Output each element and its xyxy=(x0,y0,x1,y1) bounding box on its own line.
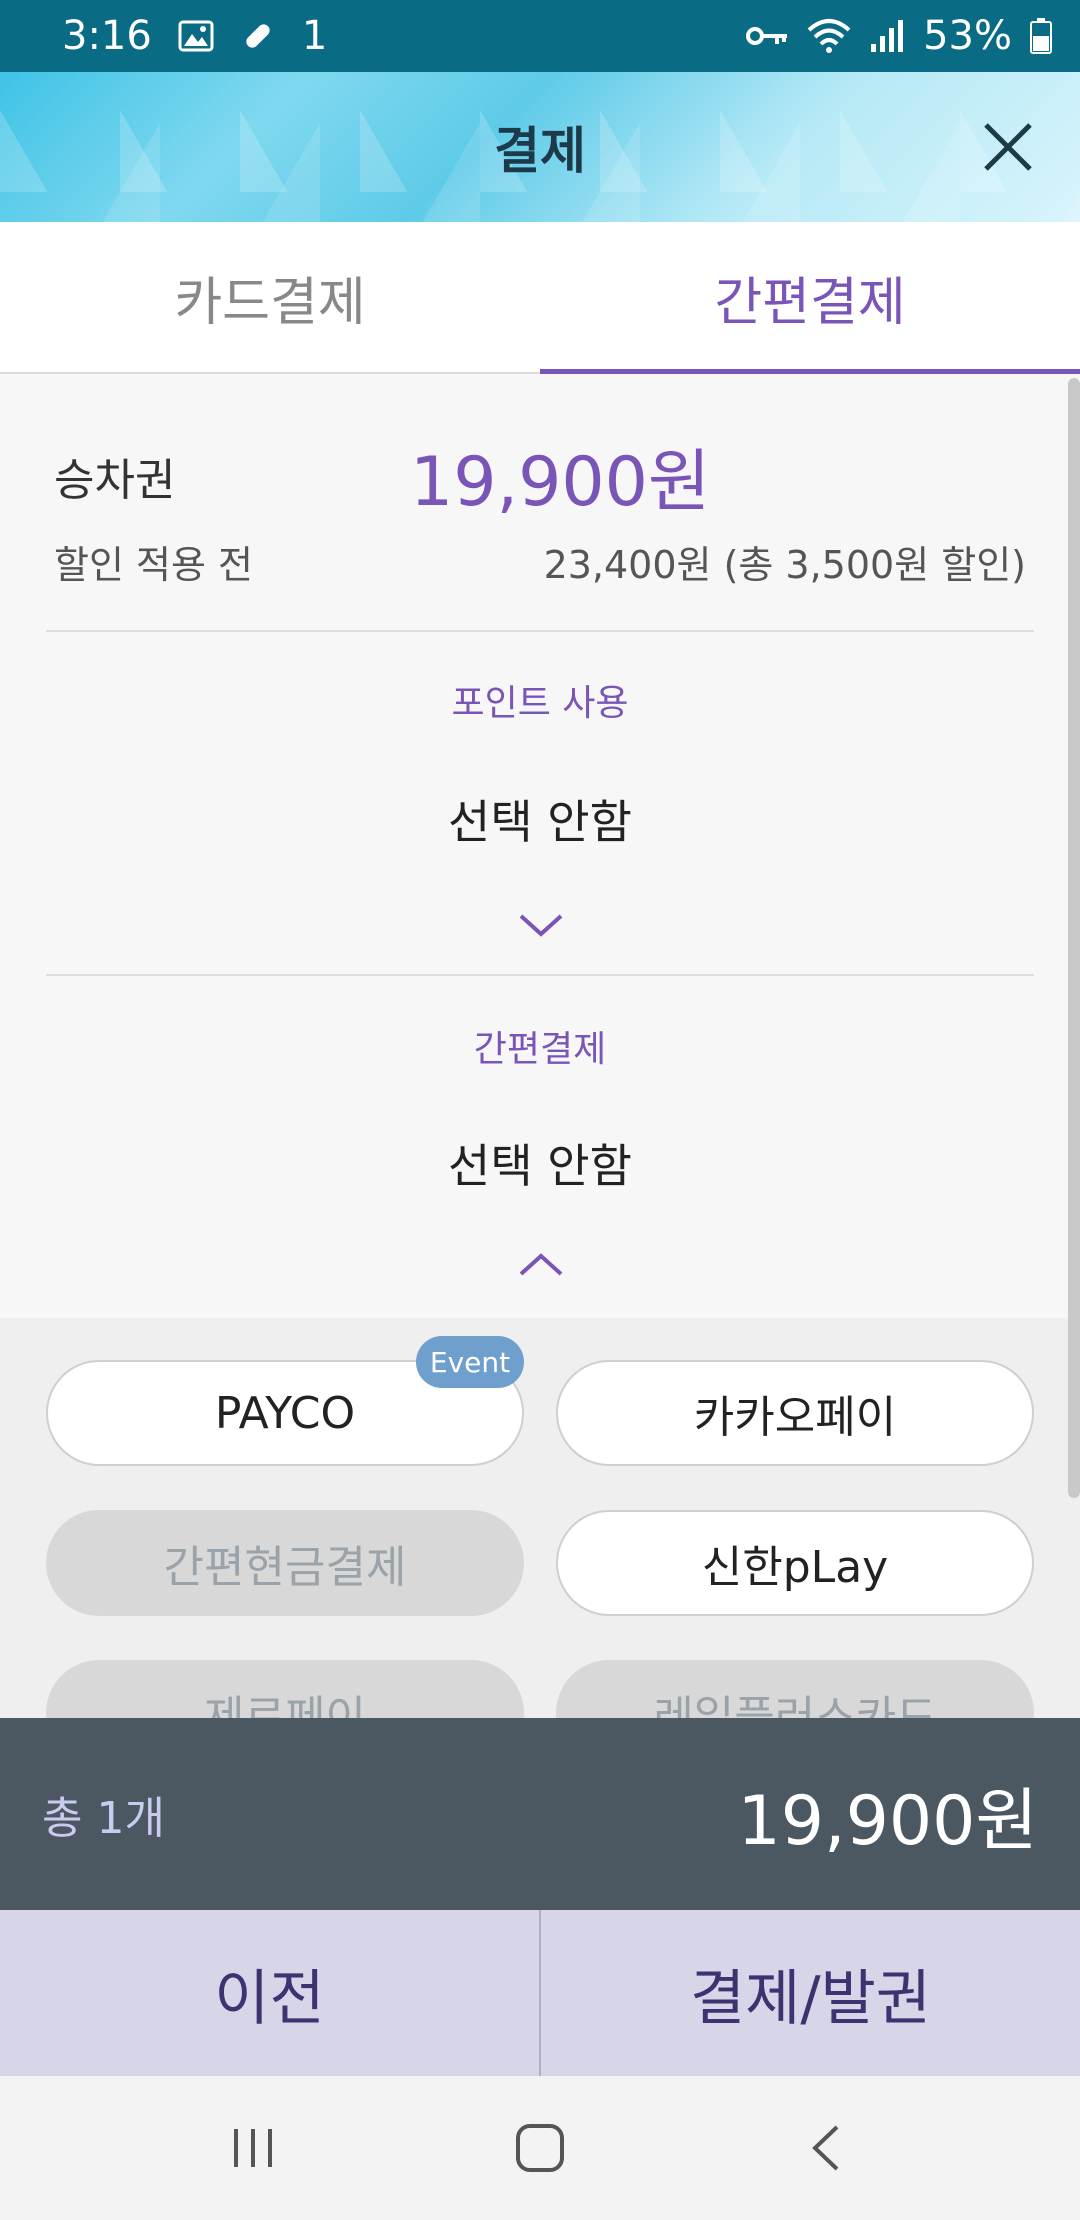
option-railplus: 레일플러스카드 xyxy=(556,1660,1034,1718)
recent-apps-button[interactable] xyxy=(223,2118,283,2178)
ticket-price: 19,900원 xyxy=(410,443,711,522)
payment-summary: 승차권 19,900원 할인 적용 전 23,400원 (총 3,500원 할인… xyxy=(0,374,1080,1318)
ticket-price-row: 승차권 19,900원 xyxy=(54,426,1034,525)
option-easy-cash: 간편현금결제 xyxy=(46,1510,524,1616)
signal-icon xyxy=(869,18,905,54)
system-nav-bar xyxy=(0,2076,1080,2220)
easy-pay-options: PAYCO Event 카카오페이 간편현금결제 신한pLay 제로페이 레일플… xyxy=(0,1318,1080,1718)
close-icon xyxy=(984,123,1032,171)
status-time: 3:16 xyxy=(62,13,152,59)
before-discount-value: 23,400원 (총 3,500원 할인) xyxy=(543,543,1026,587)
divider xyxy=(46,630,1034,632)
battery-icon xyxy=(1030,18,1052,54)
back-icon xyxy=(811,2125,839,2171)
recent-apps-icon xyxy=(234,2129,273,2167)
scrollbar[interactable] xyxy=(1068,378,1080,1498)
close-button[interactable] xyxy=(980,119,1036,175)
total-amount: 19,900원 xyxy=(737,1781,1039,1861)
status-bar: 3:16 1 53% xyxy=(0,0,1080,72)
ticket-label: 승차권 xyxy=(54,454,176,506)
before-discount-label: 할인 적용 전 xyxy=(54,543,253,587)
payment-tabs: 카드결제 간편결제 xyxy=(0,222,1080,374)
easy-pay-section-label: 간편결제 xyxy=(473,1029,607,1070)
option-zeropay: 제로페이 xyxy=(46,1660,524,1718)
pay-issue-button[interactable]: 결제/발권 xyxy=(541,1910,1080,2076)
option-shinhan-play[interactable]: 신한pLay xyxy=(556,1510,1034,1616)
total-bar: 총 1개 19,900원 xyxy=(0,1718,1080,1910)
chevron-up-icon[interactable] xyxy=(518,1252,564,1278)
gallery-icon xyxy=(178,20,214,52)
battery-percent: 53% xyxy=(923,13,1012,59)
vpn-key-icon xyxy=(745,24,789,48)
before-discount-row: 할인 적용 전 23,400원 (총 3,500원 할인) xyxy=(54,534,1026,589)
action-bar: 이전 결제/발권 xyxy=(0,1910,1080,2076)
points-section-label: 포인트 사용 xyxy=(451,683,629,724)
home-button[interactable] xyxy=(510,2118,570,2178)
back-button[interactable] xyxy=(797,2118,857,2178)
easy-pay-select[interactable]: 선택 안함 xyxy=(0,1130,1080,1196)
divider xyxy=(46,974,1034,976)
tab-easy-payment[interactable]: 간편결제 xyxy=(540,222,1080,374)
event-badge: Event xyxy=(416,1336,524,1388)
prev-button[interactable]: 이전 xyxy=(0,1910,539,2076)
wifi-icon xyxy=(807,18,851,54)
option-kakaopay[interactable]: 카카오페이 xyxy=(556,1360,1034,1466)
total-count: 총 1개 xyxy=(42,1793,165,1844)
header: 결제 xyxy=(0,72,1080,222)
points-select[interactable]: 선택 안함 xyxy=(0,786,1080,852)
chevron-down-icon[interactable] xyxy=(518,912,564,938)
home-icon xyxy=(515,2124,564,2172)
tab-card-payment[interactable]: 카드결제 xyxy=(0,222,540,372)
notification-count: 1 xyxy=(301,13,328,59)
pill-icon xyxy=(240,18,276,54)
page-title: 결제 xyxy=(494,122,586,180)
